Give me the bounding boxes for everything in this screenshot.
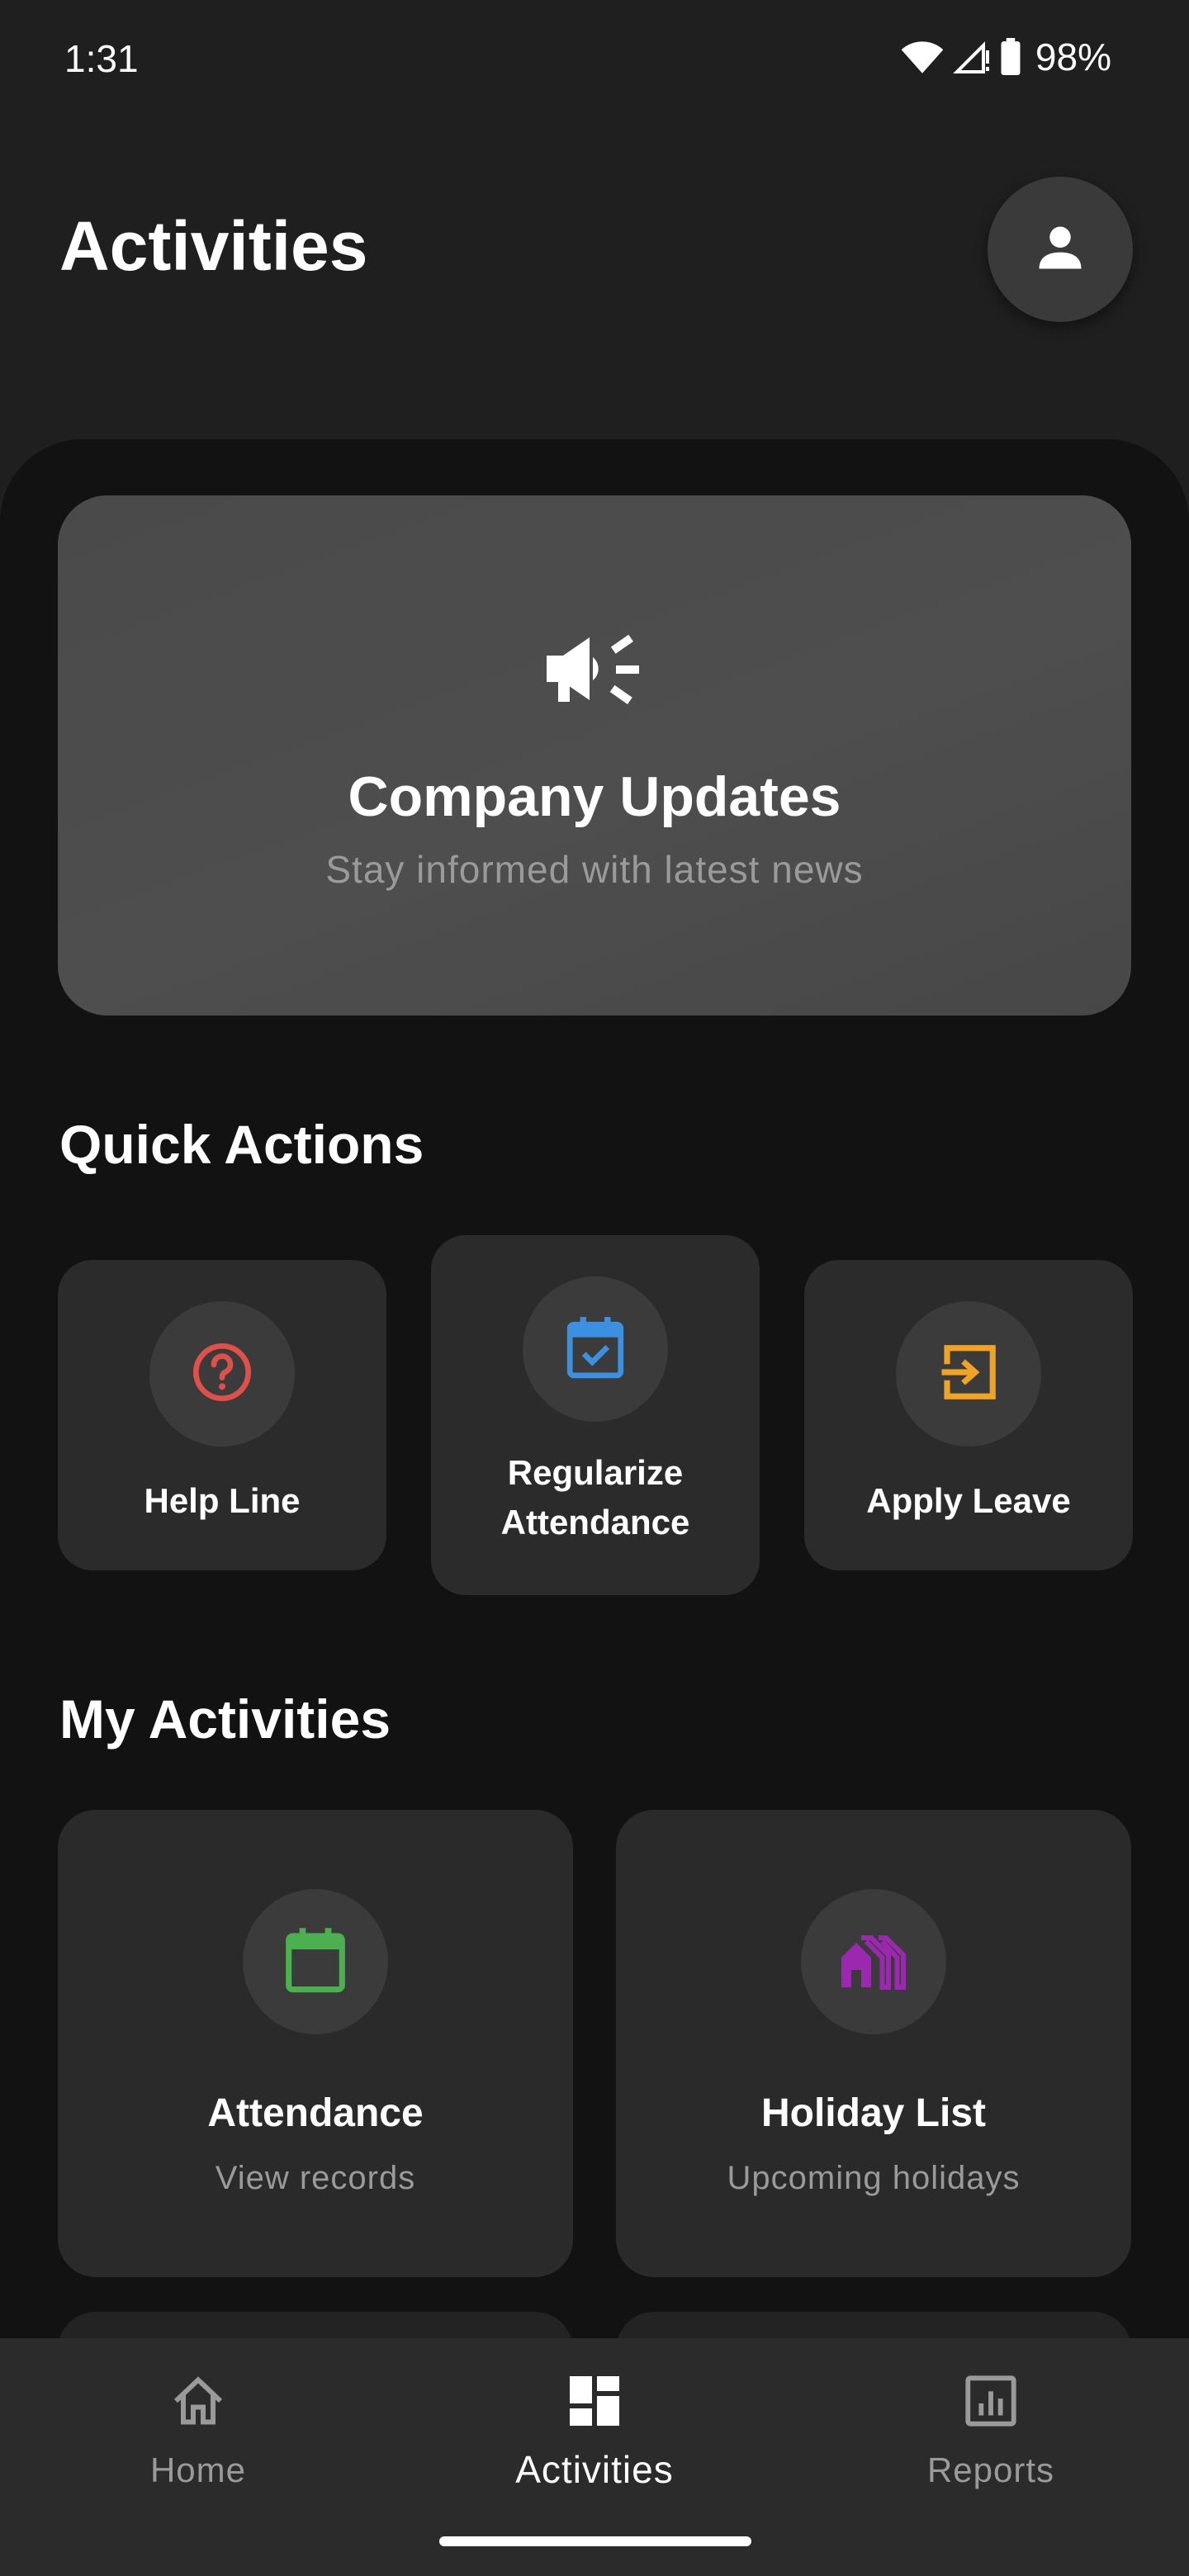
nav-label-home: Home [149,2451,247,2489]
calendar-icon [282,1925,348,1999]
company-updates-title: Company Updates [348,765,841,828]
help-line-icon-circle [149,1301,295,1447]
megaphone-icon [543,627,646,714]
page-title: Activities [59,207,368,285]
login-box-icon [936,1340,1001,1409]
battery-icon [999,38,1022,76]
battery-percent: 98% [1035,36,1111,78]
regularize-attendance-button[interactable]: Regularize Attendance [431,1235,760,1595]
apply-leave-icon-circle [896,1301,1041,1447]
cell-signal-icon [953,39,991,75]
holiday-list-card[interactable]: Holiday List Upcoming holidays [616,1810,1131,2277]
dashboard-icon [565,2366,624,2436]
regularize-label-line2: Attendance [500,1503,690,1541]
attendance-icon-circle [243,1889,388,2034]
home-icon [168,2366,228,2436]
home-indicator[interactable] [439,2536,751,2546]
holiday-list-title: Holiday List [760,2091,987,2135]
status-icons: 98% [900,35,1111,79]
my-activities-title: My Activities [59,1688,391,1750]
holiday-list-subtitle: Upcoming holidays [727,2160,1021,2196]
regularize-attendance-label: Regularize Attendance [431,1448,760,1547]
nav-item-activities[interactable]: Activities [429,2338,760,2528]
holiday-village-icon [839,1930,908,1994]
nav-label-activities: Activities [515,2448,674,2491]
profile-button[interactable] [988,177,1133,322]
company-updates-subtitle: Stay informed with latest news [325,848,864,891]
help-line-label: Help Line [144,1481,301,1520]
nav-item-reports[interactable]: Reports [826,2338,1156,2528]
company-updates-card[interactable]: Company Updates Stay informed with lates… [58,495,1131,1016]
attendance-title: Attendance [207,2091,424,2135]
help-line-button[interactable]: Help Line [58,1260,386,1570]
attendance-card[interactable]: Attendance View records [58,1810,573,2277]
calendar-check-icon [564,1314,627,1385]
apply-leave-button[interactable]: Apply Leave [804,1260,1133,1570]
regularize-icon-circle [523,1276,668,1422]
wifi-icon [900,39,945,75]
status-bar: 1:31 98% [0,0,1189,116]
apply-leave-label: Apply Leave [866,1481,1071,1520]
quick-actions-title: Quick Actions [59,1114,424,1175]
status-time: 1:31 [64,37,139,80]
regularize-label-line1: Regularize [507,1453,684,1492]
nav-item-home[interactable]: Home [33,2338,363,2528]
help-circle-icon [189,1339,255,1409]
nav-label-reports: Reports [926,2451,1055,2489]
holiday-list-icon-circle [801,1889,946,2034]
person-icon [1032,220,1088,280]
bar-chart-icon [962,2366,1020,2436]
attendance-subtitle: View records [215,2160,416,2196]
